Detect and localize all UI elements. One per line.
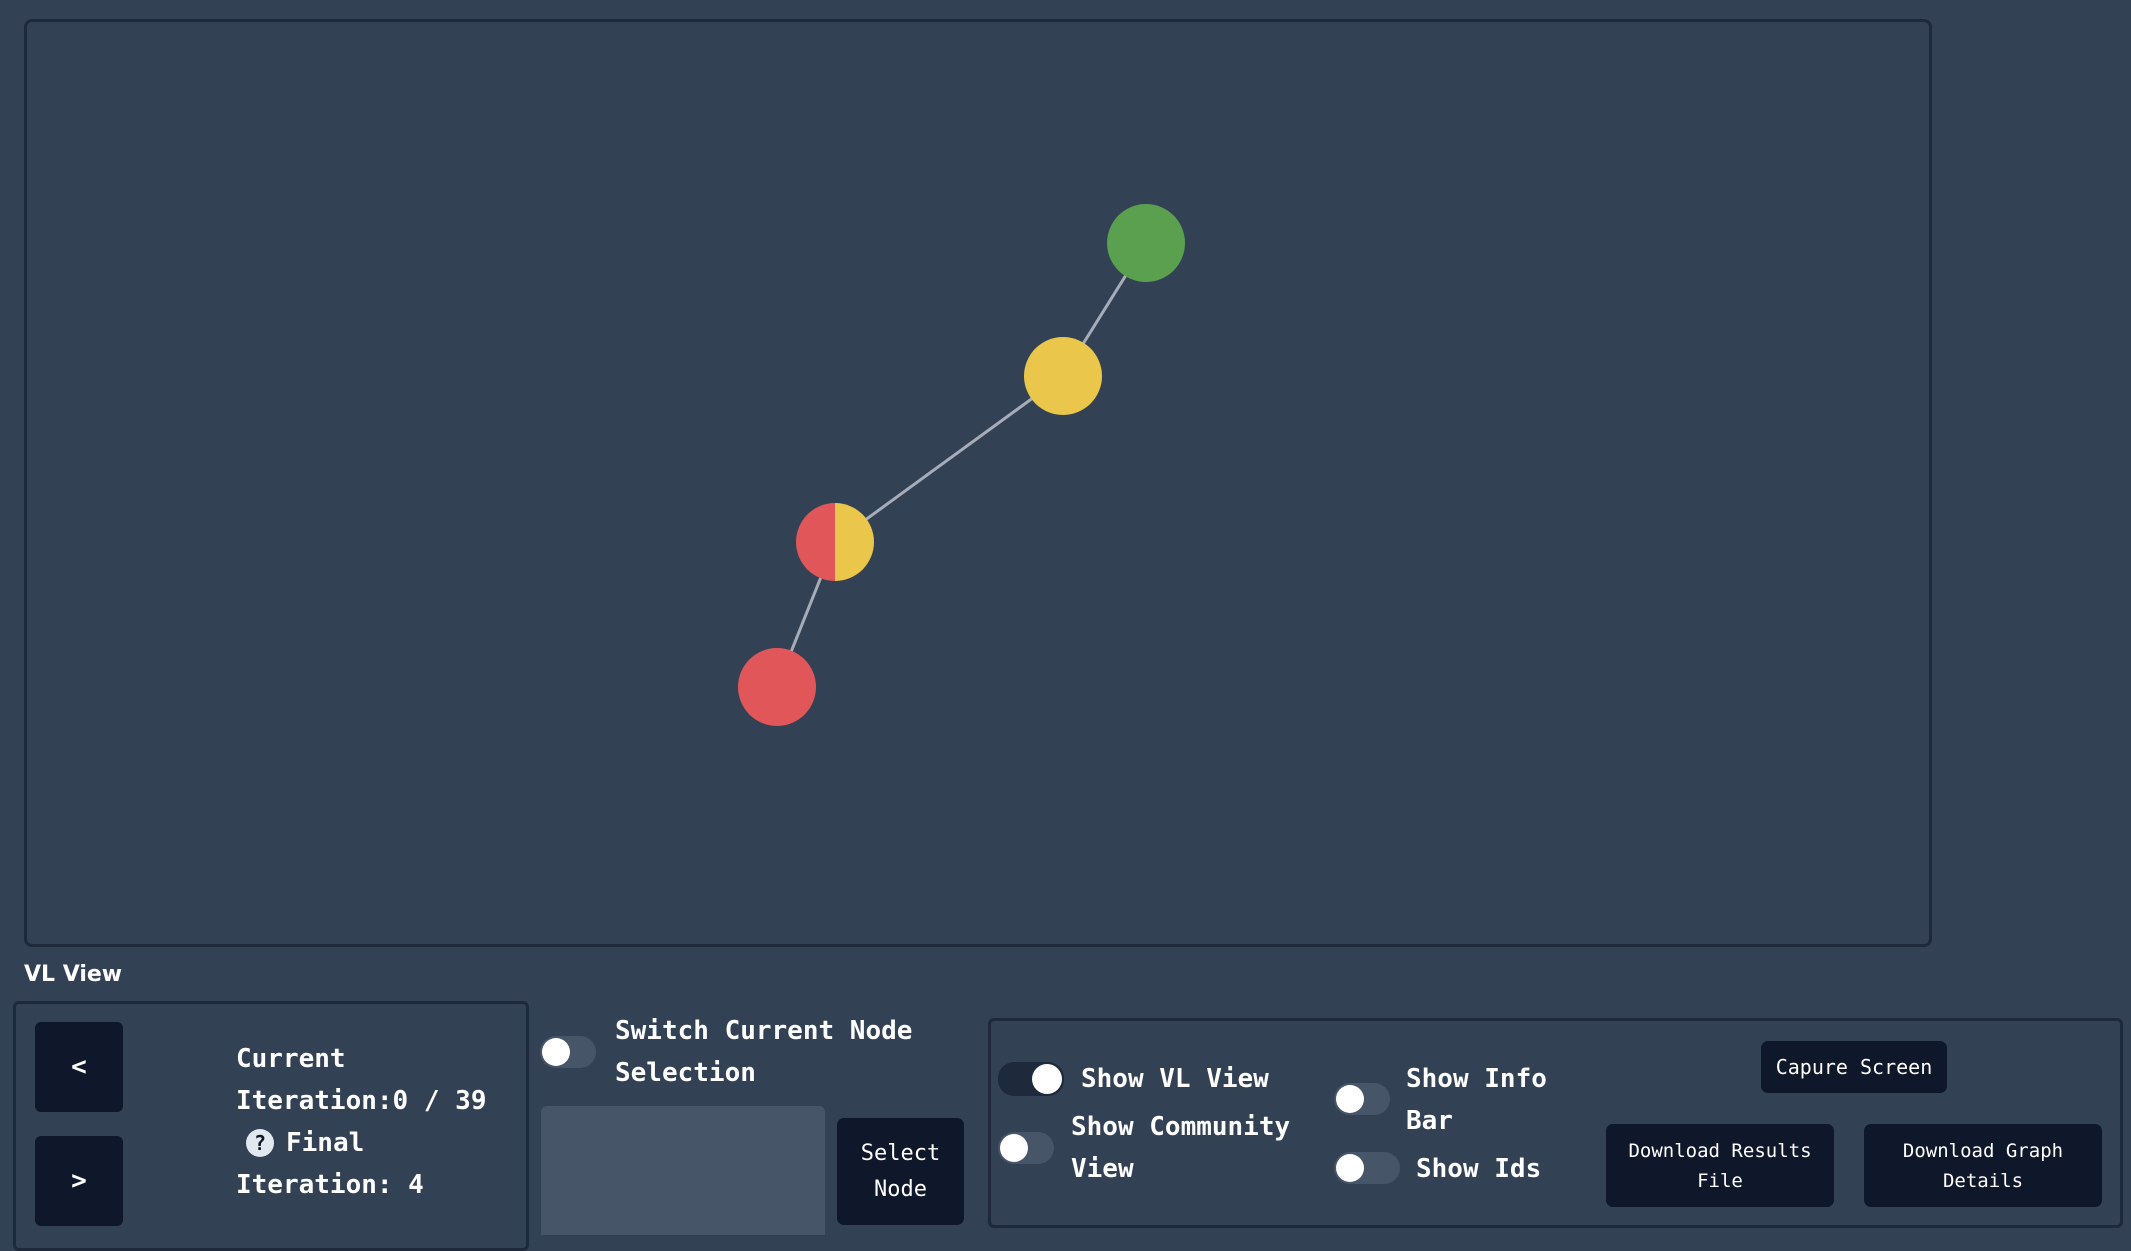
next-iteration-button[interactable]: > bbox=[35, 1136, 123, 1226]
toggle-knob bbox=[1032, 1064, 1062, 1094]
download-graph-button[interactable]: Download Graph Details bbox=[1864, 1124, 2102, 1207]
chevron-left-icon: < bbox=[71, 1052, 87, 1082]
download-results-line1: Download Results bbox=[1628, 1139, 1812, 1162]
download-results-line2: File bbox=[1697, 1169, 1743, 1192]
show-vl-view-toggle[interactable] bbox=[998, 1062, 1064, 1096]
graph-node-n3[interactable] bbox=[796, 503, 874, 581]
graph-node-n2[interactable] bbox=[1024, 337, 1102, 415]
download-graph-line1: Download Graph bbox=[1902, 1139, 2064, 1162]
switch-node-selection-toggle[interactable] bbox=[540, 1036, 596, 1068]
capture-screen-button[interactable]: Capure Screen bbox=[1761, 1041, 1947, 1093]
select-node-line2: Node bbox=[874, 1176, 927, 1202]
iteration-panel: < > Current Iteration:0 / 39 ? Final Ite… bbox=[13, 1001, 529, 1251]
info-bar-line1: Show Info bbox=[1406, 1064, 1547, 1094]
select-node-line1: Select bbox=[860, 1140, 941, 1166]
info-bar-line2: Bar bbox=[1406, 1106, 1453, 1136]
show-community-view-toggle[interactable] bbox=[998, 1132, 1054, 1164]
show-community-view-label: Show Community View bbox=[1071, 1106, 1290, 1190]
toggle-knob bbox=[542, 1038, 570, 1066]
current-iteration-value: 0 / 39 bbox=[392, 1086, 487, 1116]
download-results-button[interactable]: Download Results File bbox=[1606, 1124, 1834, 1207]
current-iteration: Iteration:0 / 39 bbox=[236, 1080, 486, 1122]
show-ids-label: Show Ids bbox=[1416, 1154, 1542, 1184]
download-graph-line2: Details bbox=[1942, 1169, 2024, 1192]
help-icon[interactable]: ? bbox=[246, 1129, 274, 1157]
switch-node-selection-label: Switch Current Node Selection bbox=[615, 1010, 912, 1094]
node-select-input[interactable] bbox=[541, 1106, 825, 1235]
show-info-bar-toggle[interactable] bbox=[1334, 1083, 1390, 1115]
toggle-knob bbox=[1336, 1154, 1364, 1182]
final-iteration-row: ? Final bbox=[236, 1122, 486, 1164]
previous-iteration-button[interactable]: < bbox=[35, 1022, 123, 1112]
final-label: Final bbox=[286, 1128, 365, 1158]
view-label: VL View bbox=[24, 962, 123, 987]
graph-node-n1[interactable] bbox=[1107, 204, 1185, 282]
iteration-info: Current Iteration:0 / 39 ? Final Iterati… bbox=[236, 1038, 486, 1206]
final-iteration-value: Iteration: 4 bbox=[236, 1170, 424, 1200]
show-info-bar-label: Show Info Bar bbox=[1406, 1058, 1547, 1142]
show-vl-view-label: Show VL View bbox=[1081, 1064, 1269, 1094]
graph-svg[interactable] bbox=[27, 22, 1929, 944]
chevron-right-icon: > bbox=[71, 1166, 87, 1196]
switch-label-line2: Selection bbox=[615, 1058, 756, 1088]
community-line1: Show Community bbox=[1071, 1112, 1291, 1142]
switch-label-line1: Switch Current Node bbox=[615, 1016, 913, 1046]
community-line2: View bbox=[1071, 1154, 1134, 1184]
graph-edge-n2-n3 bbox=[834, 374, 1064, 544]
current-label: Current bbox=[236, 1044, 346, 1074]
iteration-label: Iteration: bbox=[236, 1086, 393, 1116]
graph-canvas[interactable] bbox=[24, 19, 1932, 947]
toggle-knob bbox=[1336, 1085, 1364, 1113]
select-node-button[interactable]: Select Node bbox=[837, 1118, 964, 1225]
show-ids-toggle[interactable] bbox=[1334, 1152, 1400, 1184]
graph-node-n4[interactable] bbox=[738, 648, 816, 726]
toggle-knob bbox=[1000, 1134, 1028, 1162]
